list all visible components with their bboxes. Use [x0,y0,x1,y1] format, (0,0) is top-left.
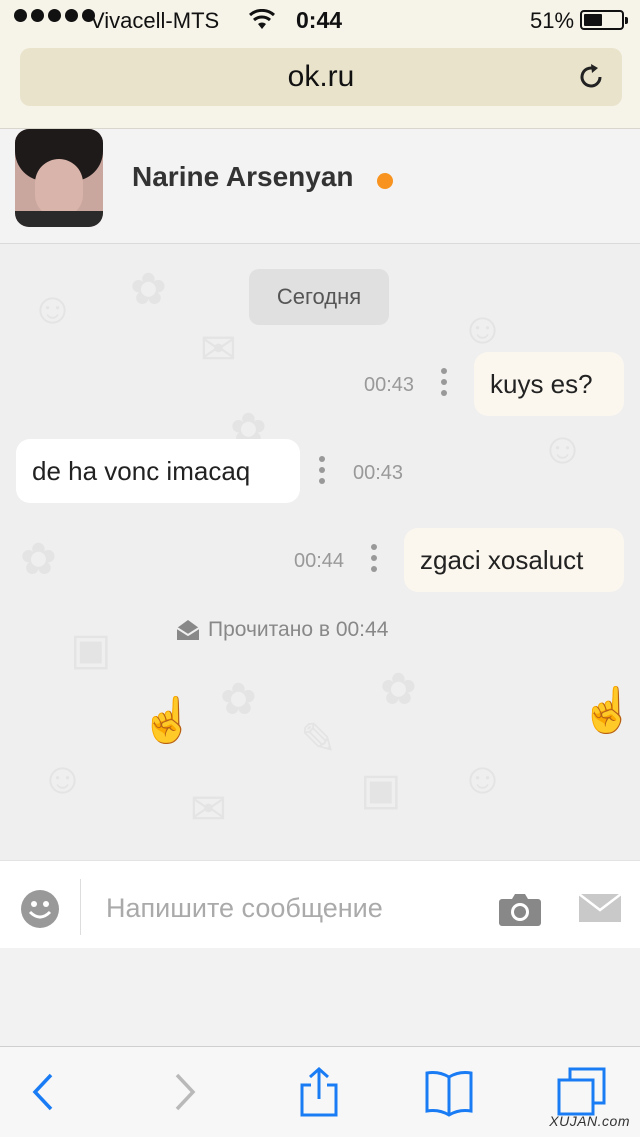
bookmarks-icon[interactable] [424,1067,474,1117]
share-icon[interactable] [294,1067,344,1117]
url-text[interactable]: ok.ru [20,60,622,94]
smile-icon[interactable] [20,889,60,929]
message-text: kuys es? [490,369,593,399]
battery-icon [580,10,628,30]
conversation-area[interactable]: ☺ ✿ ✉ ☺ ✎ ✿ ☺ ✿ ✉ ▣ ✿ ✿ ☝ ☝ ✎ ☺ ☺ ✉ ▣ Се… [0,244,640,860]
battery-percent: 51% [530,8,575,33]
message-bubble-outgoing[interactable]: kuys es? [474,352,624,416]
message-input[interactable] [104,885,478,931]
open-envelope-icon [176,620,200,640]
message-composer [0,860,640,949]
signal-strength-icon [14,9,95,22]
address-bar[interactable]: ok.ru [20,48,622,106]
tabs-icon[interactable] [556,1067,606,1117]
camera-icon[interactable] [498,891,542,927]
envelope-icon[interactable] [578,893,622,923]
message-time: 00:43 [364,374,415,396]
message-menu-icon[interactable] [319,456,325,484]
message-menu-icon[interactable] [371,544,377,572]
composer-divider [80,879,81,935]
message-time: 00:43 [353,462,404,484]
message-bubble-outgoing[interactable]: zgaci xosaluct [404,528,624,592]
message-bubble-incoming[interactable]: de ha vonc imacaq [16,439,300,503]
watermark: XUJAN.com [549,1113,630,1129]
message-text: zgaci xosaluct [420,545,584,575]
status-bar: Vivacell-MTS 0:44 51% [0,0,640,40]
browser-chrome: ok.ru [0,40,640,129]
forward-icon[interactable] [158,1067,208,1117]
avatar[interactable] [15,129,103,227]
message-time: 00:44 [294,550,345,572]
message-text: de ha vonc imacaq [32,456,251,486]
read-receipt: Прочитано в 00:44 [176,618,388,642]
message-menu-icon[interactable] [441,368,447,396]
read-status-text: Прочитано в 00:44 [208,618,389,641]
browser-toolbar: XUJAN.com [0,1046,640,1137]
back-icon[interactable] [20,1067,70,1117]
online-status-indicator [377,173,393,189]
reload-icon[interactable] [576,62,606,92]
empty-page-area [0,948,640,1046]
wifi-icon [249,9,275,29]
contact-name[interactable]: Narine Arsenyan [132,161,354,193]
date-separator: Сегодня [249,269,389,325]
chat-header: Narine Arsenyan [0,129,640,244]
clock: 0:44 [296,7,343,33]
carrier-name: Vivacell-MTS [90,8,220,33]
